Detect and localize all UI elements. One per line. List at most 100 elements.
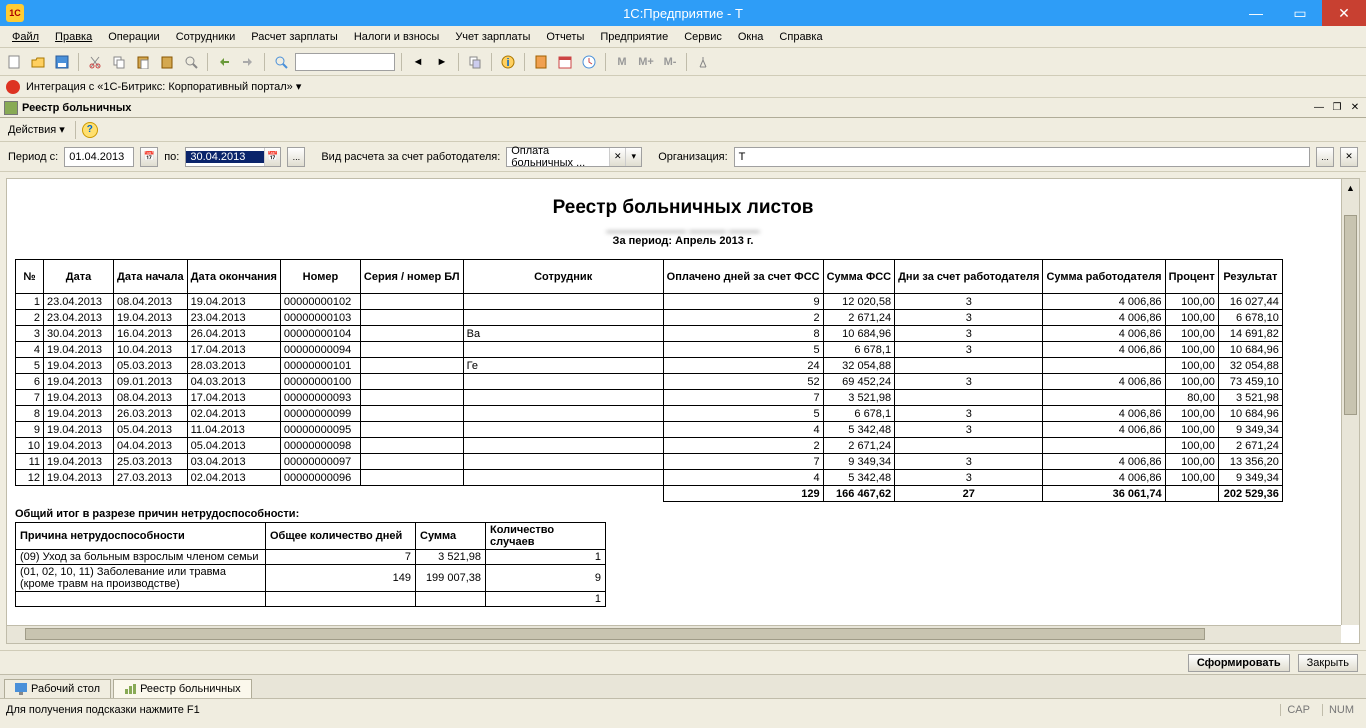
m-icon[interactable]: M — [612, 52, 632, 72]
period-picker-button[interactable]: ... — [287, 147, 305, 167]
table-row[interactable]: 1219.04.201327.03.201302.04.201300000000… — [16, 470, 1283, 486]
col-header: Оплачено дней за счет ФСС — [663, 260, 823, 294]
menu-employees[interactable]: Сотрудники — [168, 29, 244, 45]
cut-icon[interactable] — [85, 52, 105, 72]
menu-payroll-calc[interactable]: Расчет зарплаты — [243, 29, 346, 45]
table-row[interactable]: 1119.04.201325.03.201303.04.201300000000… — [16, 454, 1283, 470]
m-plus-icon[interactable]: M+ — [636, 52, 656, 72]
tab-restore-icon[interactable]: ❐ — [1330, 101, 1344, 115]
settings-icon[interactable] — [693, 52, 713, 72]
tab-registry[interactable]: Реестр больничных — [113, 679, 252, 698]
chart-icon — [124, 683, 136, 695]
menu-help[interactable]: Справка — [771, 29, 830, 45]
table-row[interactable]: 419.04.201310.04.201317.04.2013000000000… — [16, 342, 1283, 358]
titlebar: 1C 1С:Предприятие - Т — ▭ ✕ — [0, 0, 1366, 26]
menu-enterprise[interactable]: Предприятие — [592, 29, 676, 45]
new-doc-icon[interactable] — [4, 52, 24, 72]
save-icon[interactable] — [52, 52, 72, 72]
col-header: Сумма ФСС — [823, 260, 895, 294]
table-row[interactable]: 919.04.201305.04.201311.04.2013000000000… — [16, 422, 1283, 438]
menu-taxes[interactable]: Налоги и взносы — [346, 29, 448, 45]
period-from-input[interactable] — [64, 147, 134, 167]
m-minus-icon[interactable]: M- — [660, 52, 680, 72]
tab-minimize-icon[interactable]: — — [1312, 101, 1326, 115]
calc-type-value[interactable]: Оплата больничных ... — [507, 145, 609, 169]
tab-desktop[interactable]: Рабочий стол — [4, 679, 111, 698]
actions-dropdown[interactable]: Действия ▾ — [4, 121, 69, 138]
close-button[interactable]: Закрыть — [1298, 654, 1358, 672]
period-to-calendar-icon[interactable]: 📅 — [264, 148, 280, 166]
actions-bar: Действия ▾ ? — [0, 118, 1366, 142]
organization-label: Организация: — [658, 151, 727, 163]
table-row[interactable]: 123.04.201308.04.201319.04.2013000000001… — [16, 294, 1283, 310]
status-cap: CAP — [1280, 704, 1316, 716]
tab-close-icon[interactable]: ✕ — [1348, 101, 1362, 115]
scrollbar-horizontal[interactable] — [7, 625, 1341, 643]
paste-special-icon[interactable] — [157, 52, 177, 72]
menu-file[interactable]: Файл — [4, 29, 47, 45]
period-to-input[interactable]: 30.04.2013 — [186, 151, 264, 163]
table-row[interactable]: 619.04.201309.01.201304.03.2013000000001… — [16, 374, 1283, 390]
report-area: Реестр больничных листов _____________ _… — [6, 178, 1360, 644]
menu-payroll[interactable]: Учет зарплаты — [447, 29, 538, 45]
summary-row: (01, 02, 10, 11) Заболевание или травма … — [16, 565, 606, 592]
find-icon[interactable] — [181, 52, 201, 72]
table-row[interactable]: 223.04.201319.04.201323.04.2013000000001… — [16, 310, 1283, 326]
table-row[interactable]: 519.04.201305.03.201328.03.2013000000001… — [16, 358, 1283, 374]
paste-icon[interactable] — [133, 52, 153, 72]
maximize-button[interactable]: ▭ — [1278, 0, 1322, 26]
bitrix-bar[interactable]: Интеграция с «1С-Битрикс: Корпоративный … — [0, 76, 1366, 98]
window-title: 1С:Предприятие - Т — [623, 6, 743, 21]
menu-edit[interactable]: Правка — [47, 29, 100, 45]
nav-back-icon[interactable]: ◄ — [408, 52, 428, 72]
info-icon[interactable]: i — [498, 52, 518, 72]
menu-service[interactable]: Сервис — [676, 29, 730, 45]
menu-operations[interactable]: Операции — [100, 29, 167, 45]
open-icon[interactable] — [28, 52, 48, 72]
help-icon[interactable]: ? — [82, 122, 98, 138]
calc-type-label: Вид расчета за счет работодателя: — [321, 151, 500, 163]
col-header: Номер — [280, 260, 360, 294]
table-row[interactable]: 719.04.201308.04.201317.04.2013000000000… — [16, 390, 1283, 406]
table-row[interactable]: 330.04.201316.04.201326.04.2013000000001… — [16, 326, 1283, 342]
generate-button[interactable]: Сформировать — [1188, 654, 1290, 672]
toolbar: ◄ ► i M M+ M- — [0, 48, 1366, 76]
table-row[interactable]: 1019.04.201304.04.201305.04.201300000000… — [16, 438, 1283, 454]
summary-table: Причина нетрудоспособностиОбщее количест… — [15, 522, 606, 607]
report-subtitle: _____________ ______ _____ — [15, 221, 1351, 233]
nav-fwd-icon[interactable]: ► — [432, 52, 452, 72]
organization-input[interactable]: Т — [734, 147, 1310, 167]
summary-row: 1 — [16, 592, 606, 607]
col-header: Дни за счет работодателя — [895, 260, 1043, 294]
table-row[interactable]: 819.04.201326.03.201302.04.2013000000000… — [16, 406, 1283, 422]
col-header: Сумма работодателя — [1043, 260, 1165, 294]
organization-clear-icon[interactable]: ✕ — [1340, 147, 1358, 167]
clock-icon[interactable] — [579, 52, 599, 72]
close-button[interactable]: ✕ — [1322, 0, 1366, 26]
redo-icon[interactable] — [238, 52, 258, 72]
calendar-icon[interactable] — [555, 52, 575, 72]
calc-icon[interactable] — [531, 52, 551, 72]
menu-reports[interactable]: Отчеты — [538, 29, 592, 45]
col-header: Результат — [1218, 260, 1282, 294]
totals-row: 129166 467,622736 061,74202 529,36 — [16, 486, 1283, 502]
copy-icon[interactable] — [109, 52, 129, 72]
menu-windows[interactable]: Окна — [730, 29, 772, 45]
period-from-calendar-icon[interactable]: 📅 — [140, 147, 158, 167]
statusbar: Для получения подсказки нажмите F1 CAP N… — [0, 698, 1366, 720]
search-input[interactable] — [295, 53, 395, 71]
document-tab-icon — [4, 101, 18, 115]
organization-select-icon[interactable]: ... — [1316, 147, 1334, 167]
desktop-icon — [15, 683, 27, 695]
zoom-icon[interactable] — [271, 52, 291, 72]
calc-type-clear-icon[interactable]: ✕ — [609, 148, 625, 166]
minimize-button[interactable]: — — [1234, 0, 1278, 26]
footer-buttons: Сформировать Закрыть — [0, 650, 1366, 674]
calc-type-select-icon[interactable]: ▾ — [625, 148, 641, 166]
status-num: NUM — [1322, 704, 1360, 716]
scrollbar-vertical[interactable]: ▲ — [1341, 179, 1359, 625]
copy-obj-icon[interactable] — [465, 52, 485, 72]
undo-icon[interactable] — [214, 52, 234, 72]
col-header: Дата — [44, 260, 114, 294]
bottom-tabs: Рабочий стол Реестр больничных — [0, 674, 1366, 698]
